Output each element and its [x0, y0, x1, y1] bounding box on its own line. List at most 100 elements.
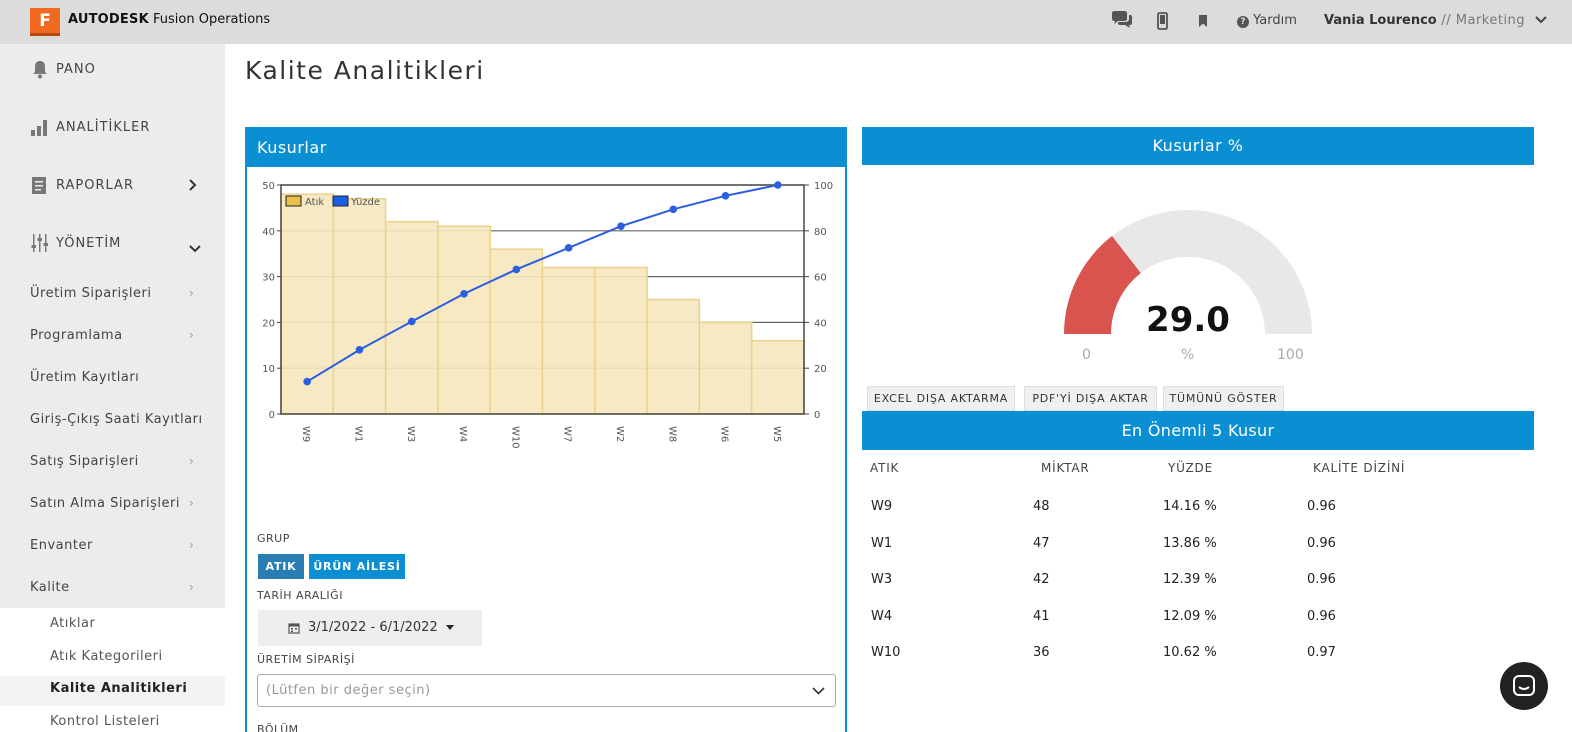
help-label: Yardım: [1253, 13, 1297, 28]
y2-tick-label: 100: [814, 181, 833, 192]
sidebar-item-atiklar[interactable]: Atıklar: [50, 616, 95, 631]
table-cell: 0.96: [1307, 572, 1336, 587]
table-header-miktar: MİKTAR: [1041, 461, 1090, 475]
message-icon: [1513, 675, 1535, 696]
chevron-right-icon: ›: [189, 454, 194, 468]
support-chat-button[interactable]: [1500, 662, 1548, 710]
table-cell: 13.86 %: [1163, 535, 1217, 551]
sidebar: PANO ANALİTİKLER RAPORLAR YÖNETİM Üretim…: [0, 44, 225, 732]
sidebar-item-uretim-siparisleri[interactable]: Üretim Siparişleri: [30, 286, 151, 301]
sidebar-item-pano[interactable]: PANO: [30, 59, 96, 79]
chevron-right-icon: ›: [189, 580, 194, 594]
chevron-down-icon[interactable]: [189, 241, 201, 257]
sidebar-item-kontrol-listeleri[interactable]: Kontrol Listeleri: [50, 714, 160, 729]
percent-point-W8: [669, 205, 678, 214]
legend-label-yuzde: Yüzde: [350, 197, 380, 208]
top-bar: F AUTODESK Fusion Operations ? Yardım Va…: [0, 0, 1572, 44]
bar-W8: [646, 298, 701, 415]
sidebar-item-envanter[interactable]: Envanter: [30, 538, 93, 553]
percent-point-W10: [512, 265, 521, 274]
table-cell: W4: [871, 608, 893, 624]
date-range-value: 3/1/2022 - 6/1/2022: [308, 620, 438, 635]
percent-point-W7: [564, 244, 573, 252]
bar-W5: [750, 339, 805, 415]
gauge-unit-label: %: [1181, 347, 1195, 363]
y-tick-label: 30: [262, 273, 275, 284]
legend-swatch-atik: [285, 195, 302, 207]
x-tick-label: W8: [666, 426, 677, 442]
y2-tick-label: 80: [814, 227, 827, 238]
y2-tick-label: 20: [814, 364, 827, 375]
sidebar-item-raporlar[interactable]: RAPORLAR: [30, 175, 134, 195]
legend-label-atik: Atık: [305, 197, 324, 208]
x-tick-label: W3: [405, 426, 416, 442]
sidebar-item-label: YÖNETİM: [56, 235, 122, 251]
percent-point-W4: [460, 289, 468, 298]
sidebar-item-label: ANALİTİKLER: [56, 119, 151, 135]
sidebar-item-label: RAPORLAR: [56, 177, 134, 193]
table-cell: W1: [871, 535, 893, 551]
legend-swatch-yuzde: [332, 195, 349, 207]
sidebar-item-kalite[interactable]: Kalite: [30, 580, 70, 595]
x-tick-label: W9: [300, 426, 311, 442]
top5-title: En Önemli 5 Kusur: [862, 411, 1534, 450]
sidebar-item-yonetim[interactable]: YÖNETİM: [30, 233, 121, 253]
chevron-right-icon: ›: [189, 328, 194, 342]
table-cell: 0.96: [1307, 608, 1336, 624]
fusion-logo-icon[interactable]: F: [30, 8, 60, 36]
brand-bold: AUTODESK: [68, 12, 149, 27]
report-icon: [30, 175, 50, 195]
defects-panel-title: Kusurlar: [247, 129, 845, 167]
table-header-kalite-dizini: KALİTE DİZİNİ: [1313, 461, 1406, 475]
chat-icon[interactable]: [1110, 10, 1134, 34]
bar-W1: [332, 197, 387, 415]
bookmark-icon[interactable]: [1198, 14, 1208, 32]
bar-W2: [594, 266, 648, 415]
group-urun-ailesi-button[interactable]: ÜRÜN AİLESİ: [309, 554, 405, 579]
gauge-max-label: 100: [1277, 347, 1304, 363]
sliders-icon: [30, 233, 50, 253]
sidebar-item-uretim-kayitlari[interactable]: Üretim Kayıtları: [30, 370, 139, 385]
y2-tick-label: 0: [814, 410, 820, 421]
chevron-right-icon[interactable]: [189, 179, 197, 195]
table-cell: 47: [1033, 535, 1050, 551]
y2-tick-label: 60: [814, 273, 827, 284]
sidebar-item-satin-alma[interactable]: Satın Alma Siparişleri: [30, 496, 180, 511]
chevron-down-icon: [1535, 13, 1547, 28]
group-atik-button[interactable]: ATIK: [258, 554, 304, 579]
sidebar-item-programlama[interactable]: Programlama: [30, 328, 123, 343]
user-name: Vania Lourenco: [1324, 13, 1437, 28]
bell-icon: [30, 59, 50, 79]
production-order-placeholder: (Lütfen bir değer seçin): [266, 683, 431, 698]
mobile-icon[interactable]: [1157, 12, 1168, 34]
sidebar-item-satis-siparisleri[interactable]: Satış Siparişleri: [30, 454, 139, 469]
chevron-right-icon: ›: [189, 538, 194, 552]
sidebar-item-kalite-analitikleri[interactable]: Kalite Analitikleri: [50, 681, 187, 696]
table-cell: 12.09 %: [1163, 608, 1217, 624]
table-cell: 41: [1033, 608, 1050, 624]
defects-panel: Kusurlar 0 10 20 30 40 50 0 20 40 60 80 100 W9 W1 W3 W4…: [245, 127, 847, 732]
page-title: Kalite Analitikleri: [245, 56, 485, 85]
brand-rest: Fusion Operations: [148, 12, 271, 27]
export-pdf-button[interactable]: PDF'Yİ DIŞA AKTAR: [1024, 386, 1157, 411]
pareto-chart: 0 10 20 30 40 50 0 20 40 60 80 100 W9 W1 W3 W4 W10 W7 W2 W8…: [262, 181, 833, 449]
show-all-button[interactable]: TÜMÜNÜ GÖSTER: [1163, 386, 1284, 411]
sidebar-item-atik-kategorileri[interactable]: Atık Kategorileri: [50, 649, 163, 664]
export-excel-button[interactable]: EXCEL DIŞA AKTARMA: [867, 386, 1015, 411]
help-link[interactable]: ? Yardım: [1237, 13, 1297, 28]
caret-down-icon: [445, 610, 454, 646]
table-cell: 12.39 %: [1163, 572, 1217, 587]
x-tick-label: W7: [562, 426, 573, 442]
production-order-select[interactable]: (Lütfen bir değer seçin): [257, 674, 836, 707]
sidebar-item-giris-cikis[interactable]: Giriş-Çıkış Saati Kayıtları: [30, 412, 203, 427]
y-tick-label: 20: [262, 318, 275, 329]
date-range-picker[interactable]: 3/1/2022 - 6/1/2022: [258, 610, 482, 646]
user-menu[interactable]: Vania Lourenco // Marketing: [1324, 13, 1547, 28]
sidebar-item-analitikler[interactable]: ANALİTİKLER: [30, 117, 150, 137]
section-label: BÖLÜM: [257, 723, 299, 732]
x-tick-label: W2: [614, 426, 625, 442]
table-cell: W10: [871, 645, 901, 660]
percent-point-W6: [721, 192, 730, 200]
help-icon: ?: [1237, 16, 1249, 28]
brand-name: AUTODESK Fusion Operations: [68, 12, 270, 27]
